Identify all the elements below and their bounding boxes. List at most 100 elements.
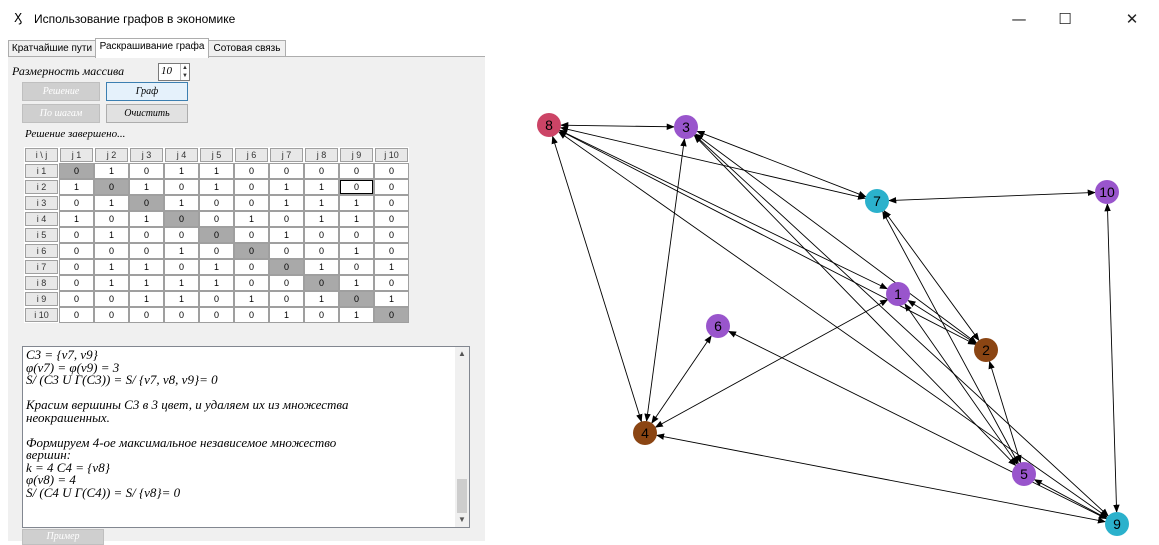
matrix-row-header[interactable]: i 7 — [24, 259, 59, 275]
matrix-cell[interactable]: 1 — [304, 195, 339, 211]
array-size-spinner[interactable]: 10 ▲ ▼ — [158, 63, 190, 81]
solution-log[interactable]: C3 = {v7, v9} φ(v7) = φ(v9) = 3 S/ (C3 U Γ… — [22, 346, 470, 528]
matrix-cell[interactable]: 1 — [94, 275, 129, 291]
matrix-cell[interactable]: 1 — [374, 259, 409, 275]
matrix-row-header[interactable]: i 6 — [24, 243, 59, 259]
matrix-cell[interactable]: 0 — [129, 227, 164, 243]
matrix-cell[interactable]: 0 — [304, 243, 339, 259]
graph-node[interactable]: 6 — [706, 314, 730, 338]
matrix-cell[interactable]: 0 — [94, 243, 129, 259]
matrix-cell[interactable]: 0 — [129, 307, 164, 323]
minimize-button[interactable]: — — [997, 6, 1041, 32]
matrix-cell[interactable]: 1 — [59, 179, 94, 195]
matrix-cell[interactable]: 0 — [374, 227, 409, 243]
matrix-cell[interactable]: 1 — [304, 179, 339, 195]
matrix-cell[interactable]: 0 — [164, 227, 199, 243]
matrix-cell[interactable]: 0 — [199, 243, 234, 259]
graph-node[interactable]: 8 — [537, 113, 561, 137]
matrix-cell[interactable]: 1 — [339, 275, 374, 291]
matrix-cell[interactable]: 1 — [129, 211, 164, 227]
matrix-cell[interactable]: 0 — [199, 307, 234, 323]
matrix-col-header[interactable]: j 10 — [374, 147, 409, 163]
matrix-row-header[interactable]: i 10 — [24, 307, 59, 323]
matrix-cell[interactable]: 1 — [199, 163, 234, 179]
matrix-cell[interactable]: 0 — [59, 195, 94, 211]
matrix-row-header[interactable]: i 2 — [24, 179, 59, 195]
matrix-cell[interactable]: 1 — [234, 211, 269, 227]
matrix-cell[interactable]: 0 — [164, 211, 199, 227]
graph-node[interactable]: 9 — [1105, 512, 1129, 536]
matrix-cell[interactable]: 0 — [59, 259, 94, 275]
matrix-cell[interactable]: 0 — [339, 291, 374, 307]
matrix-cell[interactable]: 0 — [269, 275, 304, 291]
matrix-cell[interactable]: 0 — [374, 307, 409, 323]
tab-cellular[interactable]: Сотовая связь — [208, 40, 286, 57]
matrix-cell[interactable]: 0 — [59, 227, 94, 243]
matrix-cell[interactable]: 0 — [129, 163, 164, 179]
matrix-cell[interactable]: 0 — [59, 307, 94, 323]
matrix-cell[interactable]: 0 — [339, 179, 374, 195]
matrix-col-header[interactable]: j 3 — [129, 147, 164, 163]
matrix-cell[interactable]: 1 — [164, 291, 199, 307]
tab-graph-coloring[interactable]: Раскрашивание графа — [95, 38, 209, 58]
matrix-cell[interactable]: 0 — [374, 243, 409, 259]
matrix-cell[interactable]: 1 — [129, 291, 164, 307]
graph-node[interactable]: 5 — [1012, 462, 1036, 486]
matrix-cell[interactable]: 0 — [129, 195, 164, 211]
matrix-col-header[interactable]: j 6 — [234, 147, 269, 163]
matrix-cell[interactable]: 0 — [269, 243, 304, 259]
matrix-cell[interactable]: 0 — [199, 291, 234, 307]
clear-button[interactable]: Очистить — [106, 104, 188, 123]
matrix-cell[interactable]: 0 — [374, 211, 409, 227]
matrix-cell[interactable]: 1 — [339, 195, 374, 211]
matrix-cell[interactable]: 0 — [304, 307, 339, 323]
matrix-cell[interactable]: 0 — [234, 275, 269, 291]
graph-node[interactable]: 1 — [886, 282, 910, 306]
graph-button[interactable]: Граф — [106, 82, 188, 101]
graph-node[interactable]: 7 — [865, 189, 889, 213]
graph-node[interactable]: 10 — [1095, 180, 1119, 204]
matrix-cell[interactable]: 0 — [269, 163, 304, 179]
matrix-cell[interactable]: 1 — [234, 291, 269, 307]
scroll-down-icon[interactable]: ▼ — [455, 513, 469, 527]
matrix-cell[interactable]: 0 — [234, 179, 269, 195]
matrix-cell[interactable]: 0 — [94, 291, 129, 307]
matrix-cell[interactable]: 0 — [374, 195, 409, 211]
step-by-step-button[interactable]: По шагам — [22, 104, 100, 123]
matrix-cell[interactable]: 1 — [164, 275, 199, 291]
tab-shortest-paths[interactable]: Кратчайшие пути — [8, 40, 96, 57]
matrix-cell[interactable]: 1 — [129, 259, 164, 275]
matrix-cell[interactable]: 0 — [304, 163, 339, 179]
matrix-cell[interactable]: 0 — [304, 275, 339, 291]
maximize-button[interactable]: ☐ — [1043, 6, 1087, 32]
spinner-arrows-icon[interactable]: ▲ ▼ — [180, 64, 189, 80]
matrix-cell[interactable]: 0 — [374, 179, 409, 195]
matrix-cell[interactable]: 0 — [234, 163, 269, 179]
matrix-col-header[interactable]: j 5 — [199, 147, 234, 163]
matrix-cell[interactable]: 1 — [269, 195, 304, 211]
matrix-col-header[interactable]: j 8 — [304, 147, 339, 163]
adjacency-matrix[interactable]: i \ jj 1j 2j 3j 4j 5j 6j 7j 8j 9j 10 i 10… — [24, 147, 409, 323]
matrix-row-header[interactable]: i 8 — [24, 275, 59, 291]
matrix-cell[interactable]: 0 — [234, 243, 269, 259]
matrix-cell[interactable]: 0 — [94, 179, 129, 195]
matrix-cell[interactable]: 0 — [94, 211, 129, 227]
matrix-row-header[interactable]: i 5 — [24, 227, 59, 243]
matrix-row-header[interactable]: i 9 — [24, 291, 59, 307]
matrix-cell[interactable]: 1 — [269, 227, 304, 243]
matrix-cell[interactable]: 0 — [234, 195, 269, 211]
matrix-cell[interactable]: 0 — [339, 259, 374, 275]
example-button[interactable]: Пример — [22, 529, 104, 545]
matrix-cell[interactable]: 0 — [199, 195, 234, 211]
matrix-cell[interactable]: 0 — [304, 227, 339, 243]
matrix-cell[interactable]: 0 — [234, 307, 269, 323]
matrix-cell[interactable]: 0 — [164, 259, 199, 275]
matrix-cell[interactable]: 0 — [269, 259, 304, 275]
matrix-cell[interactable]: 0 — [374, 163, 409, 179]
matrix-row-header[interactable]: i 3 — [24, 195, 59, 211]
matrix-cell[interactable]: 1 — [199, 275, 234, 291]
matrix-cell[interactable]: 1 — [129, 179, 164, 195]
graph-node[interactable]: 4 — [633, 421, 657, 445]
matrix-cell[interactable]: 1 — [129, 275, 164, 291]
matrix-cell[interactable]: 1 — [199, 259, 234, 275]
